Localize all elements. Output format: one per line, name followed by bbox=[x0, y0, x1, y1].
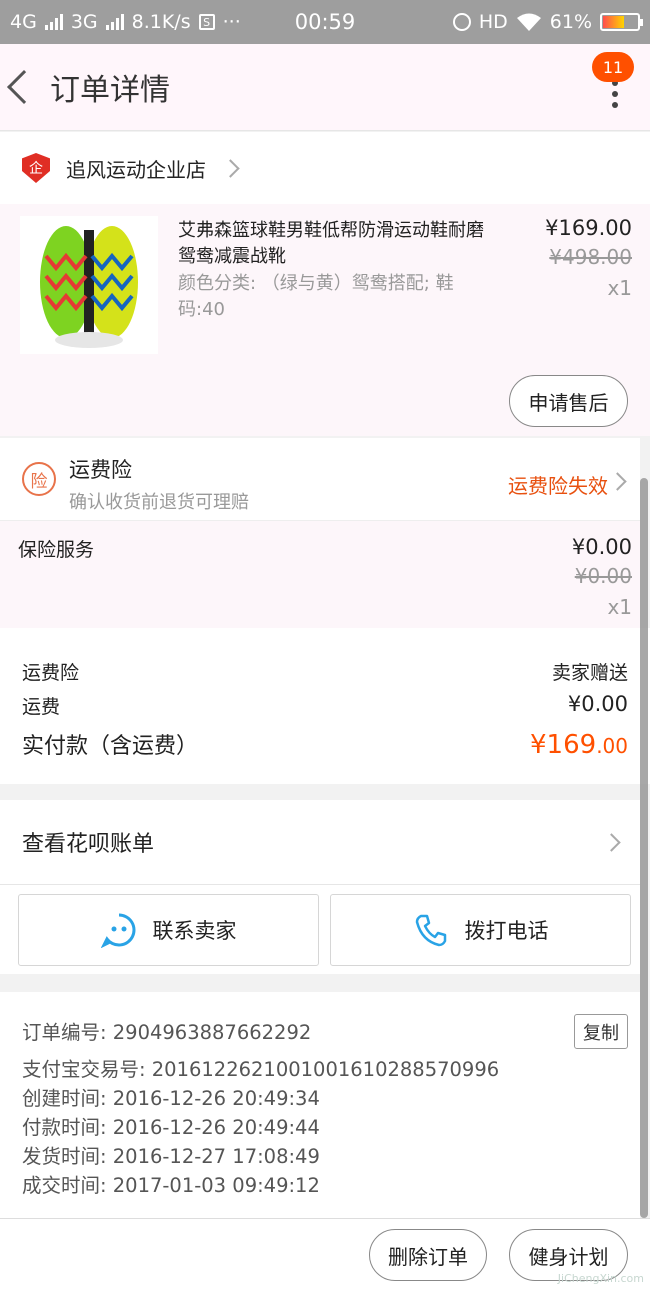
nav-bar: 订单详情 11 bbox=[0, 44, 650, 131]
freight-insurance-summary-label: 运费险 bbox=[22, 662, 80, 684]
total-value: ¥169.00 bbox=[530, 730, 628, 760]
freight-insurance-row[interactable]: 险 运费险 确认收货前退货可理赔 运费险失效 bbox=[0, 438, 640, 521]
hd-label: HD bbox=[478, 11, 508, 33]
scrollbar[interactable] bbox=[640, 478, 648, 1218]
chat-face-icon bbox=[100, 913, 135, 948]
battery-icon bbox=[600, 13, 643, 31]
price-summary: 运费险 卖家赠送 运费 ¥0.00 实付款（含运费） ¥169.00 bbox=[0, 628, 650, 784]
copy-button[interactable]: 复制 bbox=[574, 1014, 628, 1049]
insurance-icon: 险 bbox=[22, 462, 56, 496]
freight-insurance-subtitle: 确认收货前退货可理赔 bbox=[69, 492, 249, 513]
contact-seller-label: 联系卖家 bbox=[152, 919, 237, 943]
shipped-time: 发货时间: 2016-12-27 17:08:49 bbox=[22, 1145, 320, 1168]
freight-insurance-status: 运费险失效 bbox=[508, 474, 608, 498]
message-badge: 11 bbox=[592, 52, 634, 82]
product-spec: 颜色分类: （绿与黄）鸳鸯搭配; 鞋码:40 bbox=[178, 273, 454, 320]
footer-bar: 删除订单 健身计划 JiChengXin.com bbox=[0, 1218, 650, 1289]
more-notifications-dots: ··· bbox=[222, 11, 241, 33]
battery-percent: 61% bbox=[549, 11, 592, 33]
status-bar: 4G 3G 8.1K/s S ··· 00:59 HD 61% bbox=[0, 0, 650, 44]
after-sale-button[interactable]: 申请售后 bbox=[509, 375, 628, 427]
product-item[interactable]: 艾弗森篮球鞋男鞋低帮防滑运动鞋耐磨鸳鸯减震战靴 颜色分类: （绿与黄）鸳鸯搭配;… bbox=[0, 204, 650, 436]
insurance-service-item: 保险服务 ¥0.00 ¥0.00 x1 bbox=[0, 521, 640, 628]
insurance-service-label: 保险服务 bbox=[18, 539, 95, 561]
enterprise-shield-icon: 企 bbox=[22, 153, 50, 183]
page-title: 订单详情 bbox=[50, 73, 170, 108]
contact-seller-button[interactable]: 联系卖家 bbox=[18, 894, 319, 966]
delete-order-button[interactable]: 删除订单 bbox=[369, 1229, 487, 1281]
huabei-bill-row[interactable]: 查看花呗账单 bbox=[0, 800, 640, 885]
product-quantity: x1 bbox=[607, 276, 632, 300]
product-title: 艾弗森篮球鞋男鞋低帮防滑运动鞋耐磨鸳鸯减震战靴 bbox=[178, 220, 484, 267]
signal-icon bbox=[105, 14, 124, 30]
network-3g-label: 3G bbox=[70, 11, 98, 33]
store-name: 追风运动企业店 bbox=[66, 157, 206, 182]
insurance-service-original-price: ¥0.00 bbox=[574, 564, 632, 588]
chevron-right-icon bbox=[608, 472, 627, 491]
freight-insurance-summary-value: 卖家赠送 bbox=[551, 662, 628, 684]
phone-icon bbox=[415, 914, 446, 947]
product-original-price: ¥498.00 bbox=[549, 245, 632, 269]
more-vertical-icon[interactable] bbox=[612, 80, 618, 108]
huabei-bill-label: 查看花呗账单 bbox=[22, 832, 155, 857]
back-icon[interactable] bbox=[7, 70, 41, 104]
shipping-label: 运费 bbox=[22, 696, 61, 718]
network-speed: 8.1K/s bbox=[131, 11, 191, 33]
total-decimal: .00 bbox=[596, 734, 628, 758]
total-label: 实付款（含运费） bbox=[22, 734, 199, 759]
alarm-icon bbox=[452, 13, 471, 31]
shipping-value: ¥0.00 bbox=[567, 692, 628, 716]
product-image[interactable] bbox=[20, 216, 158, 354]
wifi-icon bbox=[516, 13, 541, 31]
store-row[interactable]: 企 追风运动企业店 bbox=[0, 132, 650, 204]
paid-time: 付款时间: 2016-12-26 20:49:44 bbox=[22, 1116, 320, 1139]
notification-icon: S bbox=[198, 14, 215, 30]
total-row: 实付款（含运费） ¥169.00 bbox=[22, 728, 628, 760]
insurance-service-price: ¥0.00 bbox=[571, 535, 632, 559]
watermark: JiChengXin.com bbox=[557, 1272, 644, 1285]
call-phone-button[interactable]: 拨打电话 bbox=[330, 894, 631, 966]
shipping-row: 运费 ¥0.00 bbox=[22, 692, 628, 719]
total-main: ¥169 bbox=[530, 730, 597, 760]
insurance-service-quantity: x1 bbox=[607, 595, 632, 619]
product-price: ¥169.00 bbox=[545, 216, 632, 240]
order-number: 订单编号: 2904963887662292 bbox=[22, 1021, 312, 1044]
freight-insurance-title: 运费险 bbox=[69, 458, 132, 482]
network-4g-label: 4G bbox=[10, 11, 37, 33]
signal-icon bbox=[44, 14, 63, 30]
completed-time: 成交时间: 2017-01-03 09:49:12 bbox=[22, 1174, 320, 1197]
freight-insurance-summary-row: 运费险 卖家赠送 bbox=[22, 658, 628, 685]
chevron-right-icon bbox=[602, 833, 621, 852]
created-time: 创建时间: 2016-12-26 20:49:34 bbox=[22, 1087, 320, 1110]
call-phone-label: 拨打电话 bbox=[464, 919, 549, 943]
contact-actions: 联系卖家 拨打电话 bbox=[0, 885, 640, 974]
order-info: 订单编号: 2904963887662292 支付宝交易号: 201612262… bbox=[0, 992, 640, 1218]
chevron-right-icon bbox=[221, 158, 240, 178]
alipay-trade-number: 支付宝交易号: 2016122621001001610288570996 bbox=[22, 1058, 500, 1081]
